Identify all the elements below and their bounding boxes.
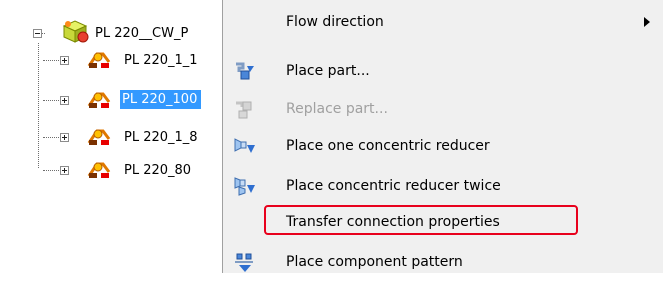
component-pattern-icon [235, 253, 253, 272]
menu-item-replace-part[interactable]: Replace part... [223, 90, 663, 128]
menu-item-label: Replace part... [286, 101, 388, 117]
pipe-part-icon [87, 129, 111, 145]
pipe-part-icon [87, 162, 111, 178]
tree-node-root-label[interactable]: PL 220__CW_P [93, 24, 190, 43]
menu-item-place-concentric-reducer-twice[interactable]: Place concentric reducer twice [223, 167, 663, 205]
assembly-cube-icon [62, 20, 89, 43]
menu-item-place-component-pattern[interactable]: Place component pattern [223, 243, 663, 281]
concentric-reducer-icon [234, 138, 255, 153]
expand-toggle-root[interactable] [33, 29, 42, 38]
expand-toggle-child-2[interactable] [60, 96, 69, 105]
tree-connector [43, 60, 59, 61]
concentric-reducer-twice-icon [234, 177, 255, 196]
menu-item-label: Flow direction [286, 14, 384, 30]
menu-item-label: Place component pattern [286, 254, 463, 270]
submenu-arrow-icon [644, 17, 650, 27]
expand-toggle-child-1[interactable] [60, 56, 69, 65]
context-menu: Flow direction Place part... Replace par… [222, 0, 663, 273]
menu-item-place-one-concentric-reducer[interactable]: Place one concentric reducer [223, 127, 663, 165]
tree-node-label-selected[interactable]: PL 220_100 [120, 90, 202, 109]
menu-item-transfer-connection-properties[interactable]: Transfer connection properties [223, 203, 663, 241]
pipe-part-icon [87, 92, 111, 108]
tree-connector [43, 100, 59, 101]
pipe-part-icon [87, 52, 111, 68]
project-tree: PL 220__CW_P PL 220_1_1 PL 220_100 PL 22… [0, 0, 222, 273]
menu-item-label: Transfer connection properties [286, 214, 500, 230]
tree-connector [43, 137, 59, 138]
replace-part-icon [236, 101, 252, 119]
menu-item-label: Place concentric reducer twice [286, 178, 501, 194]
place-part-icon [236, 62, 254, 80]
menu-item-label: Place part... [286, 63, 370, 79]
menu-item-label: Place one concentric reducer [286, 138, 490, 154]
tree-node-label[interactable]: PL 220_1_1 [122, 51, 200, 70]
expand-toggle-child-4[interactable] [60, 166, 69, 175]
expand-toggle-child-3[interactable] [60, 133, 69, 142]
menu-item-flow-direction[interactable]: Flow direction [223, 3, 663, 41]
tree-connector [43, 170, 59, 171]
tree-connector [38, 43, 39, 168]
tree-node-label[interactable]: PL 220_1_8 [122, 128, 200, 147]
tree-node-label[interactable]: PL 220_80 [122, 161, 193, 180]
menu-item-place-part[interactable]: Place part... [223, 52, 663, 90]
